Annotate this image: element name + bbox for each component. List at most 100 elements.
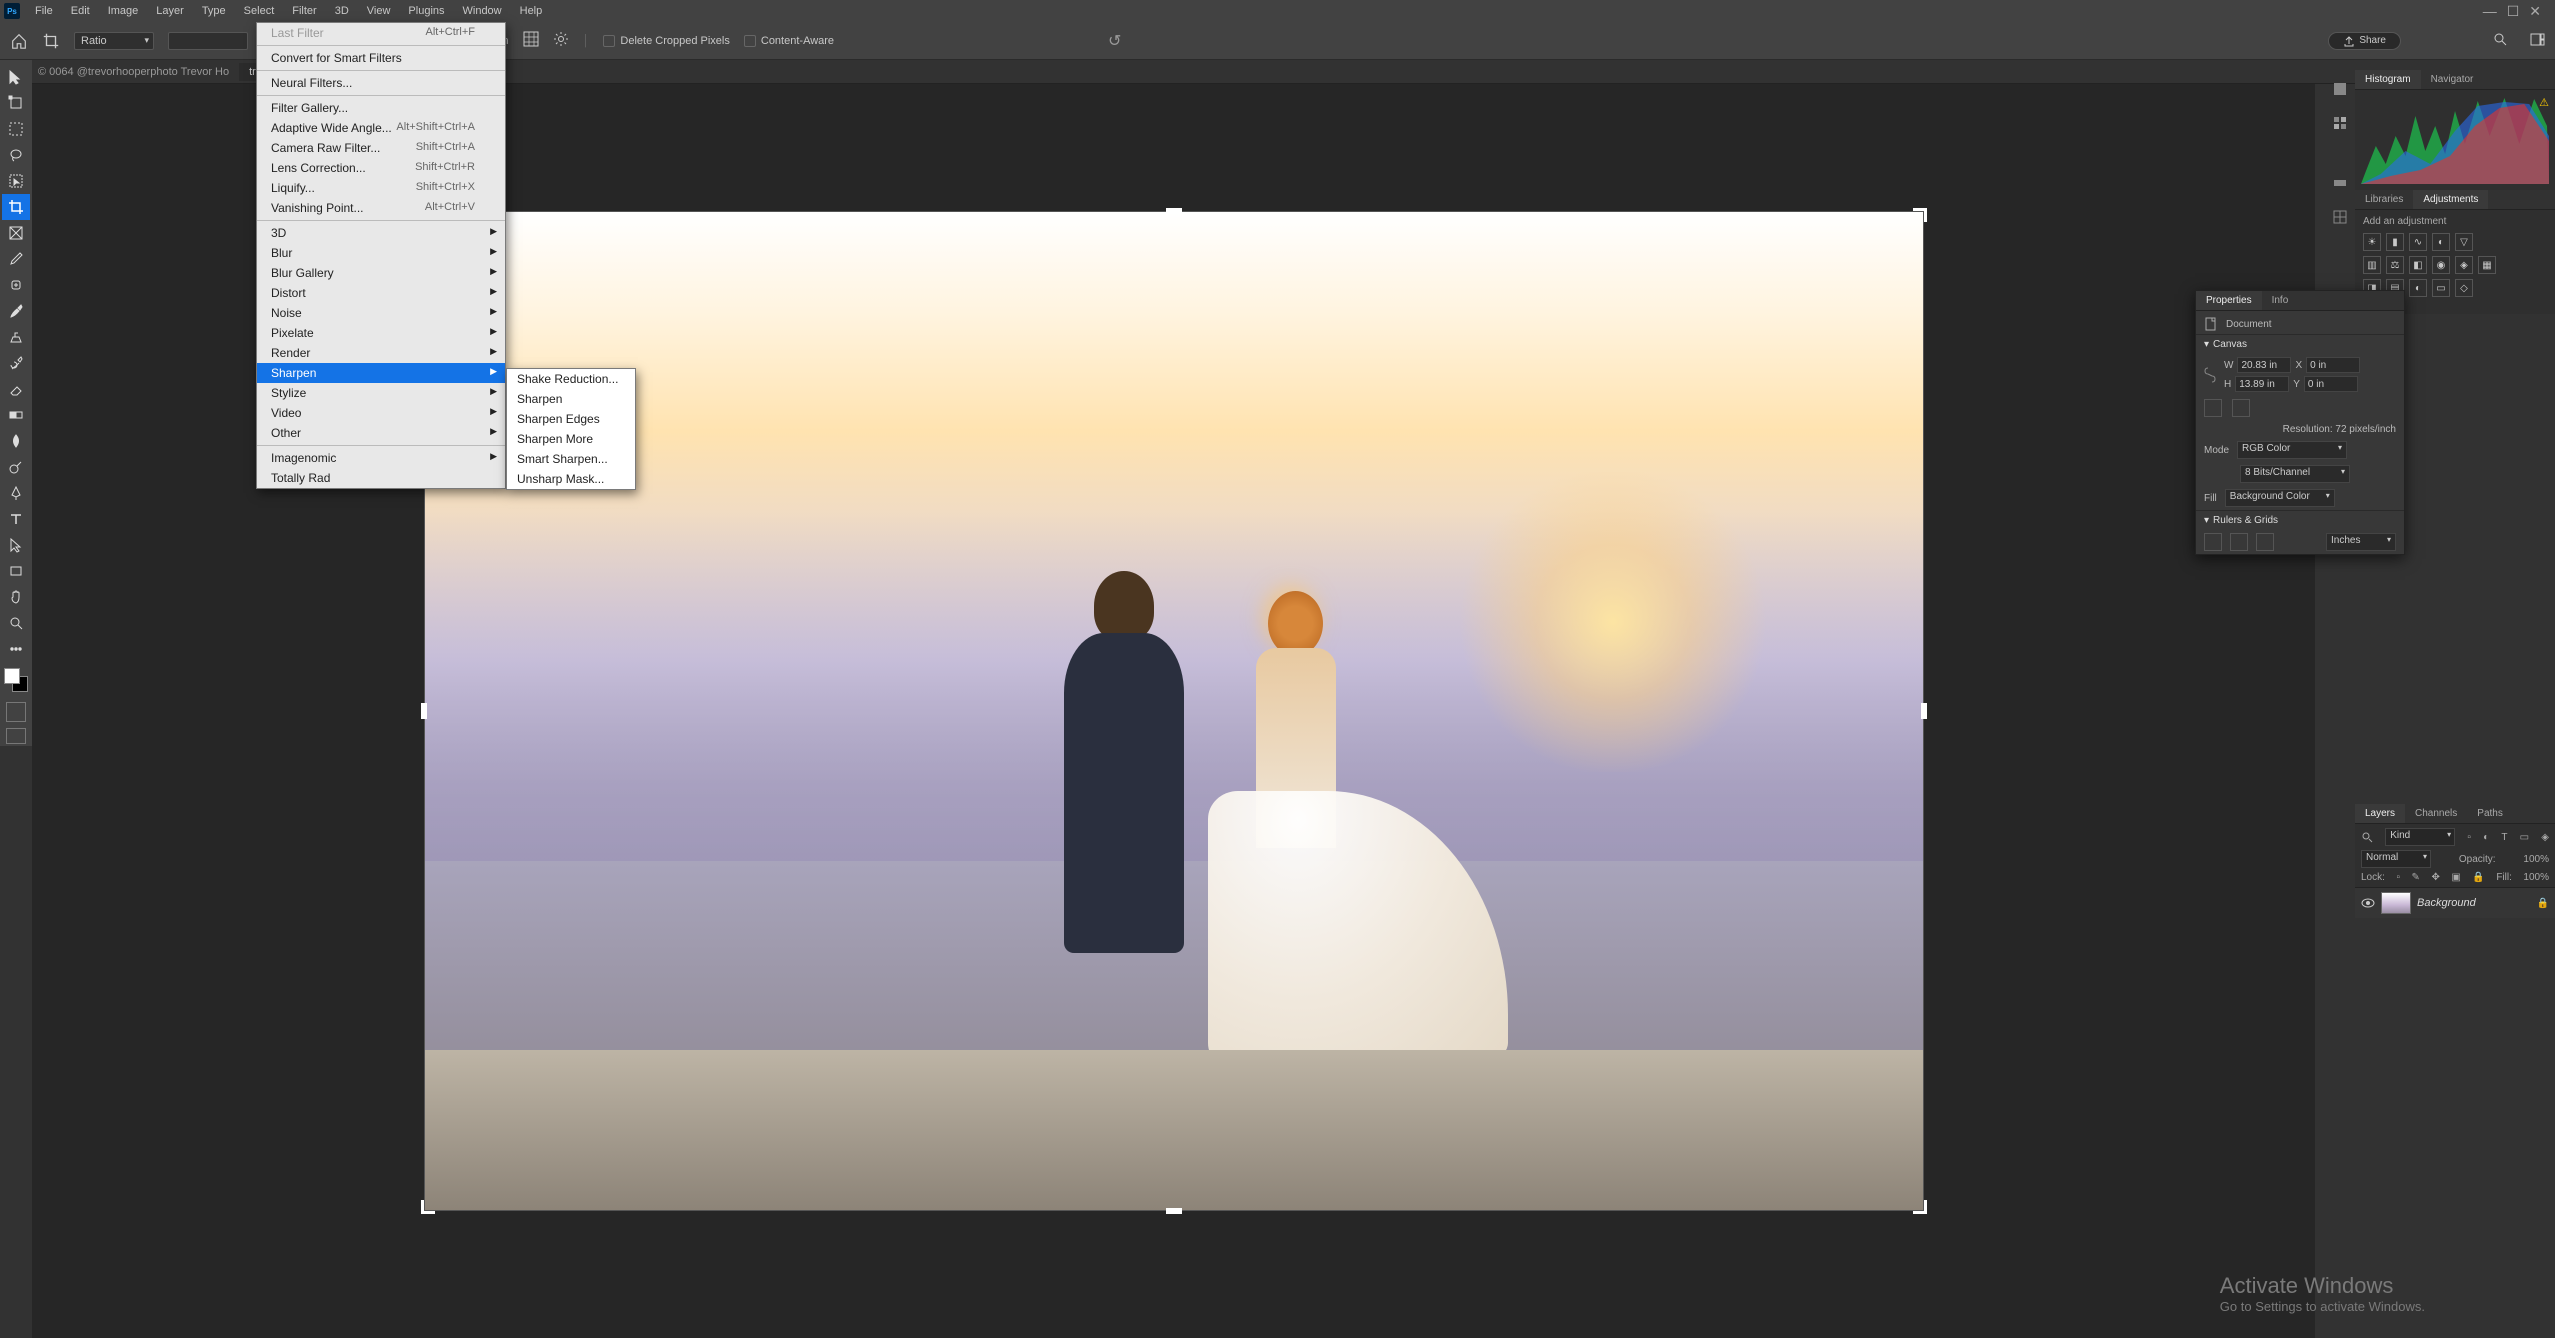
sharpen-more[interactable]: Sharpen More: [507, 429, 635, 449]
filter-neural[interactable]: Neural Filters...: [257, 73, 505, 93]
filter-3d[interactable]: 3D▶: [257, 223, 505, 243]
grid-overlay-icon[interactable]: [523, 31, 539, 50]
height-input[interactable]: [2235, 376, 2289, 392]
menu-plugins[interactable]: Plugins: [399, 2, 453, 20]
home-icon[interactable]: [10, 32, 28, 50]
crop-handle-bottom-left[interactable]: [421, 1200, 435, 1214]
filter-convert-smart[interactable]: Convert for Smart Filters: [257, 48, 505, 68]
tab-navigator[interactable]: Navigator: [2421, 70, 2484, 89]
lock-trans-icon[interactable]: ▫: [2396, 872, 2400, 883]
rectangle-tool[interactable]: [2, 558, 30, 584]
eraser-tool[interactable]: [2, 376, 30, 402]
type-tool[interactable]: [2, 506, 30, 532]
object-select-tool[interactable]: [2, 168, 30, 194]
delete-cropped-checkbox[interactable]: Delete Cropped Pixels: [603, 35, 729, 47]
filter-sharpen[interactable]: Sharpen▶: [257, 363, 505, 383]
filter-gallery[interactable]: Filter Gallery...: [257, 98, 505, 118]
menu-window[interactable]: Window: [454, 2, 511, 20]
grid-icon[interactable]: [2230, 533, 2248, 551]
zoom-tool[interactable]: [2, 610, 30, 636]
sharpen-sharpen[interactable]: Sharpen: [507, 389, 635, 409]
filter-totally-rad[interactable]: Totally Rad: [257, 468, 505, 488]
link-icon[interactable]: [2204, 365, 2216, 385]
search-icon[interactable]: [2361, 831, 2373, 843]
search-icon[interactable]: [2493, 32, 2508, 50]
filter-liquify[interactable]: Liquify...Shift+Ctrl+X: [257, 178, 505, 198]
reset-button[interactable]: ↺: [1108, 31, 1121, 51]
move-tool[interactable]: [2, 64, 30, 90]
layer-name[interactable]: Background: [2417, 897, 2476, 909]
brush-tool[interactable]: [2, 298, 30, 324]
maximize-button[interactable]: ☐: [2507, 3, 2520, 20]
quick-mask-button[interactable]: [6, 702, 26, 722]
lock-all-icon[interactable]: 🔒: [2472, 872, 2484, 883]
menu-3d[interactable]: 3D: [326, 2, 358, 20]
crop-handle-top[interactable]: [1166, 208, 1182, 214]
menu-file[interactable]: File: [26, 2, 62, 20]
filter-shape-icon[interactable]: ▭: [2520, 832, 2529, 843]
threshold-icon[interactable]: ◐: [2409, 279, 2427, 297]
gear-icon[interactable]: [553, 31, 569, 50]
gradients-panel-icon[interactable]: [2329, 172, 2351, 194]
tab-histogram[interactable]: Histogram: [2355, 70, 2421, 89]
patterns-panel-icon[interactable]: [2329, 206, 2351, 228]
crop-handle-bottom-right[interactable]: [1913, 1200, 1927, 1214]
brightness-icon[interactable]: ☀: [2363, 233, 2381, 251]
tab-info[interactable]: Info: [2262, 291, 2299, 310]
screen-mode-button[interactable]: [6, 728, 26, 744]
guides-icon[interactable]: [2256, 533, 2274, 551]
foreground-color-swatch[interactable]: [4, 668, 20, 684]
histogram-warning-icon[interactable]: ⚠: [2539, 96, 2549, 109]
workspace-icon[interactable]: [2530, 32, 2545, 50]
menu-help[interactable]: Help: [511, 2, 552, 20]
blend-mode-dropdown[interactable]: Normal: [2361, 850, 2431, 868]
layer-filter-dropdown[interactable]: Kind: [2385, 828, 2455, 846]
sharpen-shake-reduction[interactable]: Shake Reduction...: [507, 369, 635, 389]
menu-type[interactable]: Type: [193, 2, 235, 20]
width-input[interactable]: [2237, 357, 2291, 373]
vibrance-icon[interactable]: ▽: [2455, 233, 2473, 251]
exposure-icon[interactable]: ◐: [2432, 233, 2450, 251]
filter-type-icon[interactable]: T: [2501, 832, 2507, 843]
filter-lens-correction[interactable]: Lens Correction...Shift+Ctrl+R: [257, 158, 505, 178]
lasso-tool[interactable]: [2, 142, 30, 168]
color-balance-icon[interactable]: ⚖: [2386, 256, 2404, 274]
crop-tool-icon[interactable]: [42, 32, 60, 50]
color-lookup-icon[interactable]: ▦: [2478, 256, 2496, 274]
menu-edit[interactable]: Edit: [62, 2, 99, 20]
crop-handle-bottom[interactable]: [1166, 1208, 1182, 1214]
crop-tool[interactable]: [2, 194, 30, 220]
tab-adjustments[interactable]: Adjustments: [2413, 190, 2488, 209]
tab-properties[interactable]: Properties: [2196, 291, 2262, 310]
menu-select[interactable]: Select: [235, 2, 284, 20]
filter-imagenomic[interactable]: Imagenomic▶: [257, 448, 505, 468]
rect-marquee-tool[interactable]: [2, 116, 30, 142]
fill-dropdown[interactable]: Background Color: [2225, 489, 2335, 507]
history-brush-tool[interactable]: [2, 350, 30, 376]
crop-bounding-box[interactable]: [424, 211, 1924, 1211]
blur-tool[interactable]: [2, 428, 30, 454]
clone-stamp-tool[interactable]: [2, 324, 30, 350]
filter-vanishing-point[interactable]: Vanishing Point...Alt+Ctrl+V: [257, 198, 505, 218]
filter-distort[interactable]: Distort▶: [257, 283, 505, 303]
filter-last-filter[interactable]: Last FilterAlt+Ctrl+F: [257, 23, 505, 43]
filter-pixelate[interactable]: Pixelate▶: [257, 323, 505, 343]
tab-inactive[interactable]: © 0064 @trevorhooperphoto Trevor Ho: [38, 66, 229, 78]
opacity-value[interactable]: 100%: [2523, 854, 2549, 865]
eyedropper-tool[interactable]: [2, 246, 30, 272]
visibility-icon[interactable]: [2361, 896, 2375, 910]
minimize-button[interactable]: —: [2483, 3, 2497, 20]
lock-paint-icon[interactable]: ✎: [2412, 872, 2420, 883]
filter-video[interactable]: Video▶: [257, 403, 505, 423]
menu-view[interactable]: View: [358, 2, 400, 20]
filter-blur[interactable]: Blur▶: [257, 243, 505, 263]
crop-handle-right[interactable]: [1921, 703, 1927, 719]
tab-libraries[interactable]: Libraries: [2355, 190, 2413, 209]
y-input[interactable]: [2304, 376, 2358, 392]
filter-stylize[interactable]: Stylize▶: [257, 383, 505, 403]
close-button[interactable]: ✕: [2529, 3, 2541, 20]
sharpen-unsharp-mask[interactable]: Unsharp Mask...: [507, 469, 635, 489]
edit-toolbar-button[interactable]: [2, 636, 30, 662]
selective-color-icon[interactable]: ◇: [2455, 279, 2473, 297]
filter-smart-icon[interactable]: ◈: [2541, 832, 2549, 843]
